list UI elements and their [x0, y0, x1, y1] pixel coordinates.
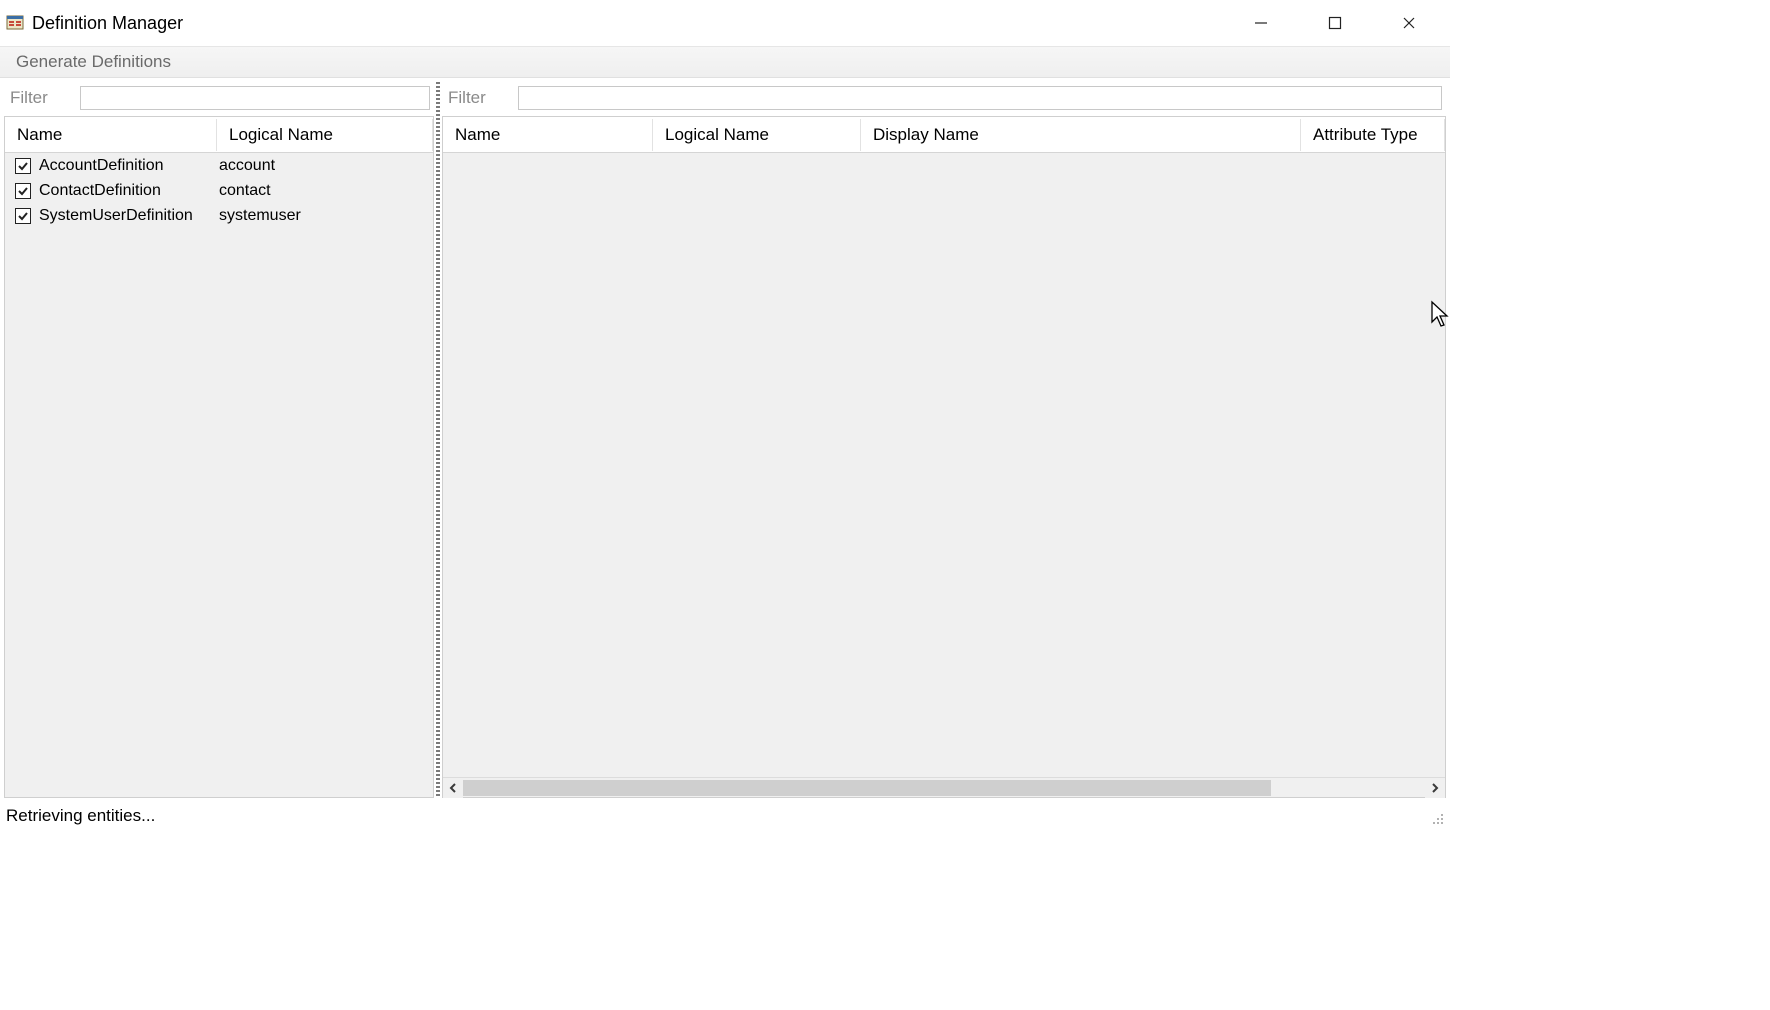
entities-list: Name Logical Name AccountDefinitionaccou…	[4, 116, 434, 798]
splitter[interactable]	[434, 82, 442, 798]
hscroll-left-button[interactable]	[443, 778, 463, 798]
attributes-filter-label: Filter	[446, 88, 508, 108]
attributes-list-header: Name Logical Name Display Name Attribute…	[443, 117, 1445, 153]
attributes-hscrollbar[interactable]	[443, 777, 1445, 797]
attributes-list: Name Logical Name Display Name Attribute…	[442, 116, 1446, 798]
minimize-button[interactable]	[1238, 5, 1284, 41]
attributes-list-body[interactable]	[443, 153, 1445, 777]
row-name: ContactDefinition	[39, 182, 219, 200]
hscroll-right-button[interactable]	[1425, 778, 1445, 798]
row-checkbox[interactable]	[15, 208, 31, 224]
close-button[interactable]	[1386, 5, 1432, 41]
list-row[interactable]: SystemUserDefinitionsystemuser	[5, 203, 433, 228]
row-logical: account	[219, 157, 275, 175]
attributes-col-logical[interactable]: Logical Name	[653, 119, 861, 151]
list-row[interactable]: AccountDefinitionaccount	[5, 153, 433, 178]
entities-filter-label: Filter	[8, 88, 70, 108]
entities-col-name[interactable]: Name	[5, 119, 217, 151]
window: Definition Manager Generate Definitions …	[0, 0, 1450, 830]
attributes-col-name[interactable]: Name	[443, 119, 653, 151]
attributes-filter-input[interactable]	[518, 86, 1442, 110]
row-name: AccountDefinition	[39, 157, 219, 175]
window-controls	[1238, 5, 1444, 41]
app-icon	[6, 14, 24, 32]
content-area: Filter Name Logical Name AccountDefiniti…	[0, 78, 1450, 802]
attributes-filter-row: Filter	[442, 82, 1446, 116]
hscroll-track[interactable]	[463, 779, 1425, 797]
statusbar: Retrieving entities...	[0, 802, 1450, 830]
entities-panel: Filter Name Logical Name AccountDefiniti…	[4, 82, 434, 798]
list-row[interactable]: ContactDefinitioncontact	[5, 178, 433, 203]
titlebar[interactable]: Definition Manager	[0, 0, 1450, 46]
row-name: SystemUserDefinition	[39, 207, 219, 225]
entities-col-logical[interactable]: Logical Name	[217, 119, 433, 151]
entities-filter-row: Filter	[4, 82, 434, 116]
resize-grip[interactable]	[1426, 807, 1444, 825]
attributes-panel: Filter Name Logical Name Display Name At…	[442, 82, 1446, 798]
attributes-col-display[interactable]: Display Name	[861, 119, 1301, 151]
attributes-col-type[interactable]: Attribute Type	[1301, 119, 1445, 151]
entities-filter-input[interactable]	[80, 86, 430, 110]
entities-list-body[interactable]: AccountDefinitionaccountContactDefinitio…	[5, 153, 433, 797]
row-logical: contact	[219, 182, 271, 200]
row-checkbox[interactable]	[15, 183, 31, 199]
window-title: Definition Manager	[32, 13, 183, 34]
row-checkbox[interactable]	[15, 158, 31, 174]
generate-definitions-button[interactable]: Generate Definitions	[16, 52, 171, 72]
row-logical: systemuser	[219, 207, 301, 225]
toolbar: Generate Definitions	[0, 46, 1450, 78]
hscroll-thumb[interactable]	[463, 780, 1271, 796]
entities-list-header: Name Logical Name	[5, 117, 433, 153]
maximize-button[interactable]	[1312, 5, 1358, 41]
status-text: Retrieving entities...	[6, 806, 155, 826]
